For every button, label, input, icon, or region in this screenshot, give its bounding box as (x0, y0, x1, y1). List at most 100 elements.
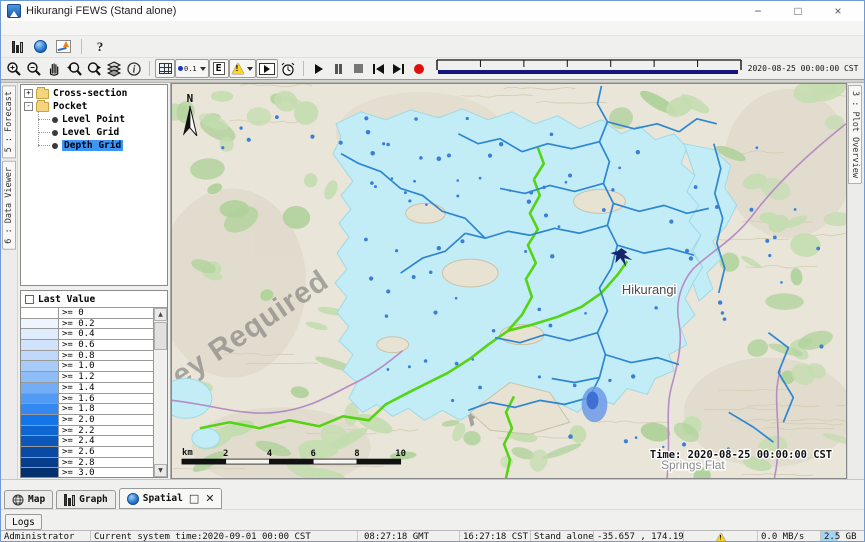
tree-item-level-point[interactable]: Level Point (21, 113, 167, 126)
legend-row[interactable]: >= 2.6 (21, 447, 153, 458)
svg-text:8: 8 (354, 449, 359, 459)
legend-color-swatch (21, 458, 59, 468)
side-tab-forecast[interactable]: 5 : Forecast (2, 85, 16, 158)
tree-item-cross-section[interactable]: + Cross-section (21, 87, 167, 100)
legend-row[interactable]: >= 0.4 (21, 329, 153, 340)
zoom-next-icon (86, 61, 103, 77)
timeline-ruler[interactable] (435, 57, 743, 75)
scroll-down-icon[interactable]: ▼ (154, 464, 167, 477)
toolbar-separator (81, 39, 82, 54)
maximize-button[interactable]: □ (778, 2, 818, 21)
help-button[interactable]: ? (90, 37, 110, 56)
legend-panel: Last Value >= 0 >= 0.2 >= 0.4 (20, 290, 168, 478)
pause-button[interactable] (329, 59, 349, 78)
timeline-datetime: 2020-08-25 00:00:00 CST (748, 64, 859, 73)
legend-row[interactable]: >= 1.8 (21, 404, 153, 415)
scroll-up-icon[interactable]: ▲ (154, 308, 167, 321)
scrollbar-thumb[interactable] (154, 322, 167, 350)
legend-row[interactable]: >= 1.2 (21, 372, 153, 383)
zoom-in-button[interactable] (4, 59, 24, 78)
time-slider[interactable] (435, 57, 743, 80)
step-forward-button[interactable] (389, 59, 409, 78)
data-analysis-button[interactable] (7, 37, 27, 56)
legend-row-label: >= 1.0 (59, 361, 153, 371)
tree-connector (38, 145, 50, 146)
zoom-previous-button[interactable] (64, 59, 84, 78)
zoom-next-button[interactable] (84, 59, 104, 78)
legend-row[interactable]: >= 1.4 (21, 383, 153, 394)
thresholds-dropdown[interactable] (229, 59, 256, 78)
legend-row-label: >= 1.8 (59, 404, 153, 414)
warning-icon (232, 63, 244, 74)
legend-row[interactable]: >= 1.6 (21, 394, 153, 405)
tab-map-label: Map (28, 494, 45, 505)
legend-row[interactable]: >= 2.4 (21, 436, 153, 447)
animation-timer-button[interactable] (278, 59, 298, 78)
layers-button[interactable] (104, 59, 124, 78)
side-tab-data-viewer[interactable]: 6 : Data Viewer (2, 161, 16, 250)
pan-button[interactable] (44, 59, 64, 78)
legend-color-swatch (21, 329, 59, 339)
animation-export-button[interactable] (256, 59, 278, 78)
tab-graph[interactable]: Graph (56, 490, 116, 509)
zoom-out-button[interactable] (24, 59, 44, 78)
tree-item-depth-grid[interactable]: Depth Grid (21, 139, 167, 152)
legend-row-label: >= 0 (59, 308, 153, 318)
tree-item-pocket[interactable]: - Pocket (21, 100, 167, 113)
record-button[interactable] (409, 59, 429, 78)
expander-icon[interactable]: + (24, 89, 33, 98)
side-tab-plot-overview[interactable]: 3 : Plot Overview (848, 85, 862, 184)
last-value-filter[interactable]: Last Value (21, 291, 167, 307)
label-toggle-button[interactable]: E (209, 59, 229, 78)
last-value-checkbox[interactable] (25, 295, 34, 304)
legend-row[interactable]: >= 0 (21, 308, 153, 319)
expander-icon[interactable]: - (24, 102, 33, 111)
legend-row[interactable]: >= 0.6 (21, 340, 153, 351)
play-button[interactable] (309, 59, 329, 78)
legend-row[interactable]: >= 0.2 (21, 319, 153, 330)
tree-item-level-grid[interactable]: Level Grid (21, 126, 167, 139)
map-canvas[interactable]: API Key Required API Key Required (172, 84, 846, 478)
warning-icon (716, 533, 726, 542)
legend-row[interactable]: >= 3.0 (21, 468, 153, 477)
logs-button[interactable]: Logs (5, 514, 42, 530)
status-mode: Stand alone (531, 531, 594, 542)
tab-close-icon[interactable]: ✕ (205, 492, 214, 505)
legend-color-swatch (21, 383, 59, 393)
legend-scrollbar[interactable]: ▲ ▼ (153, 308, 167, 477)
stop-button[interactable] (349, 59, 369, 78)
svg-text:4: 4 (267, 449, 272, 459)
legend-row[interactable]: >= 2.2 (21, 426, 153, 437)
close-button[interactable]: × (818, 2, 858, 21)
map-time-label: Time: 2020-08-25 00:00:00 CST (650, 449, 832, 461)
show-grid-button[interactable] (155, 59, 175, 78)
left-tab-strip: 5 : Forecast 6 : Data Viewer (1, 83, 18, 479)
timeseries-dialog-button[interactable] (53, 37, 73, 56)
status-alerts[interactable] (684, 531, 758, 542)
tab-map[interactable]: Map (4, 490, 53, 509)
svg-text:2: 2 (223, 449, 228, 459)
minimize-button[interactable]: − (738, 2, 778, 21)
contour-interval-dropdown[interactable]: 0.1 (175, 59, 209, 78)
menu-bar (1, 21, 864, 36)
play-icon (315, 64, 323, 74)
tree-item-label: Level Grid (62, 127, 119, 138)
status-memory-gauge: 2.5 GB (821, 531, 865, 542)
tab-spatial[interactable]: Spatial □ ✕ (119, 488, 223, 509)
hand-icon (46, 61, 62, 77)
legend-row[interactable]: >= 1.0 (21, 361, 153, 372)
legend-color-swatch (21, 394, 59, 404)
step-back-button[interactable] (369, 59, 389, 78)
tree-connector (38, 132, 50, 133)
legend-row[interactable]: >= 2.0 (21, 415, 153, 426)
legend-row[interactable]: >= 2.8 (21, 458, 153, 469)
legend-color-swatch (21, 436, 59, 446)
map-view[interactable]: API Key Required API Key Required (171, 83, 847, 479)
bullet-icon (52, 143, 58, 149)
legend-row[interactable]: >= 0.8 (21, 351, 153, 362)
tab-maximize-icon[interactable]: □ (189, 492, 199, 505)
spatial-display-button[interactable] (30, 37, 50, 56)
legend-color-swatch (21, 372, 59, 382)
info-button[interactable]: i (124, 59, 144, 78)
step-back-icon (373, 64, 375, 74)
